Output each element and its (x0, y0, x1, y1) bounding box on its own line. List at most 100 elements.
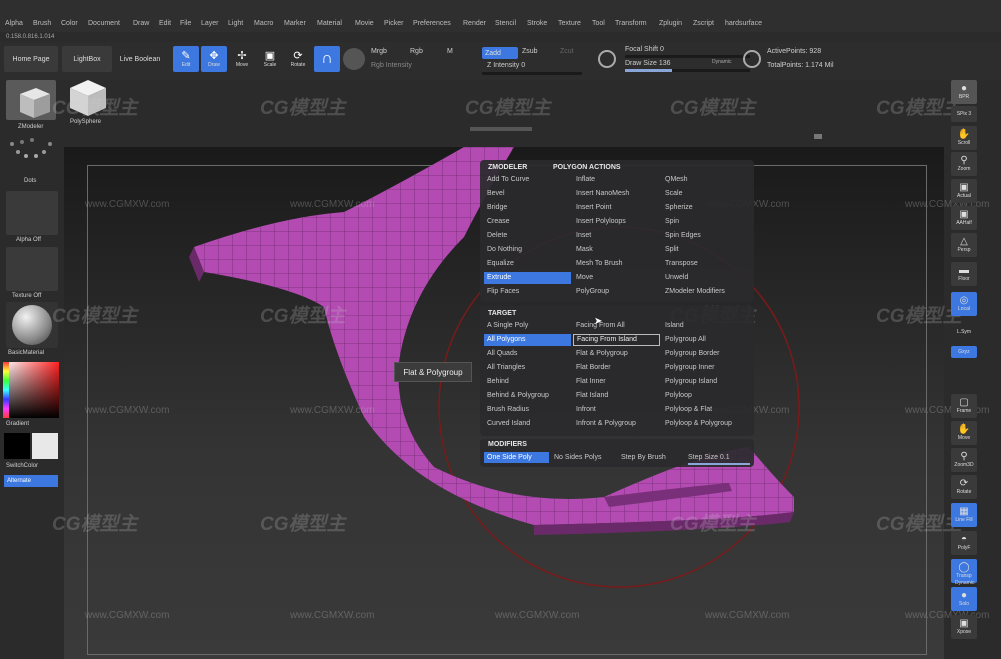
menu-stencil[interactable]: Stencil (495, 20, 516, 27)
action-add-to-curve[interactable]: Add To Curve (484, 174, 529, 186)
action-insert-nanomesh[interactable]: Insert NanoMesh (573, 188, 629, 200)
target-all-quads[interactable]: All Quads (484, 348, 517, 360)
z-intensity-track[interactable] (482, 72, 582, 75)
target-polyloop[interactable]: Polyloop (662, 390, 692, 402)
action-polygroup[interactable]: PolyGroup (573, 286, 609, 298)
menu-file[interactable]: File (180, 20, 191, 27)
menu-hardsurface[interactable]: hardsurface (725, 20, 762, 27)
persp-button[interactable]: △ Persp (951, 233, 977, 257)
action-delete[interactable]: Delete (484, 230, 507, 242)
target-a-single-poly[interactable]: A Single Poly (484, 320, 528, 332)
zadd-button[interactable]: Zadd (482, 47, 518, 59)
home-page-button[interactable]: Home Page (4, 46, 58, 72)
rgb-button[interactable]: Rgb (410, 48, 423, 55)
menu-zplugin[interactable]: Zplugin (659, 20, 682, 27)
menu-color[interactable]: Color (61, 20, 78, 27)
material-thumbnail[interactable] (6, 302, 58, 348)
m-button[interactable]: M (447, 48, 453, 55)
draw-button[interactable]: ✥ Draw (201, 46, 227, 72)
action-spin-edges[interactable]: Spin Edges (662, 230, 701, 242)
lsym-button[interactable]: L.Sym (951, 320, 977, 344)
focal-shift-slider[interactable]: Focal Shift 0 (625, 46, 664, 53)
lightbox-button[interactable]: LightBox (62, 46, 112, 72)
target-polygroup-all[interactable]: Polygroup All (662, 334, 706, 346)
edit-button[interactable]: ✎ Edit (173, 46, 199, 72)
menu-alpha[interactable]: Alpha (5, 20, 23, 27)
target-behind[interactable]: Behind (484, 376, 509, 388)
menu-brush[interactable]: Brush (33, 20, 51, 27)
hue-strip[interactable] (3, 362, 9, 418)
action-inset[interactable]: Inset (573, 230, 591, 242)
action-mesh-to-brush[interactable]: Mesh To Brush (573, 258, 623, 270)
polyf-button[interactable]: ◓ PolyF (951, 531, 977, 555)
action-mask[interactable]: Mask (573, 244, 593, 256)
live-boolean-button[interactable]: Live Boolean (115, 46, 165, 72)
action-inflate[interactable]: Inflate (573, 174, 595, 186)
zoom-button[interactable]: ⚲ Zoom (951, 152, 977, 176)
menu-zscript[interactable]: Zscript (693, 20, 714, 27)
menu-edit[interactable]: Edit (159, 20, 171, 27)
action-split[interactable]: Split (662, 244, 679, 256)
target-brush-radius[interactable]: Brush Radius (484, 404, 529, 416)
target-facing-from-island[interactable]: Facing From Island (573, 334, 660, 346)
z-intensity-slider[interactable]: Z Intensity 0 (487, 62, 525, 69)
secondary-color-swatch[interactable] (32, 433, 58, 459)
target-infront-and-polygroup[interactable]: Infront & Polygroup (573, 418, 636, 430)
menu-stroke[interactable]: Stroke (527, 20, 547, 27)
action-crease[interactable]: Crease (484, 216, 510, 228)
action-spherize[interactable]: Spherize (662, 202, 693, 214)
target-flat-and-polygroup[interactable]: Flat & Polygroup (573, 348, 628, 360)
canvas-resize-handle[interactable] (814, 134, 822, 139)
modifier-no-sides-polys[interactable]: No Sides Polys (551, 452, 601, 463)
modifier-step-size-slider[interactable]: Step Size 0.1 (685, 452, 730, 463)
frame-button[interactable]: ▢ Frame (951, 394, 977, 418)
rotate-button[interactable]: ⟳ Rotate (285, 46, 311, 72)
menu-preferences[interactable]: Preferences (413, 20, 451, 27)
target-all-triangles[interactable]: All Triangles (484, 362, 525, 374)
action-qmesh[interactable]: QMesh (662, 174, 688, 186)
alpha-thumbnail[interactable] (6, 191, 58, 235)
xpose-button[interactable]: ▣ Xpose (951, 615, 977, 639)
target-behind-and-polygroup[interactable]: Behind & Polygroup (484, 390, 549, 402)
modifier-one-side-poly[interactable]: One Side Poly (484, 452, 549, 463)
focal-shift-track[interactable] (625, 55, 750, 58)
move-button[interactable]: ✢ Move (229, 46, 255, 72)
floor-button[interactable]: ▬ Floor (951, 262, 977, 286)
color-picker[interactable] (3, 362, 59, 418)
zcut-button[interactable]: Zcut (560, 48, 574, 55)
menu-picker[interactable]: Picker (384, 20, 403, 27)
menu-movie[interactable]: Movie (355, 20, 374, 27)
action-do-nothing[interactable]: Do Nothing (484, 244, 522, 256)
target-polyloop-and-flat[interactable]: Polyloop & Flat (662, 404, 712, 416)
zsub-button[interactable]: Zsub (522, 48, 538, 55)
scale-button[interactable]: ▣ Scale (257, 46, 283, 72)
action-scale[interactable]: Scale (662, 188, 683, 200)
zoom3d-button[interactable]: ⚲ Zoom3D (951, 448, 977, 472)
brush-thumbnail-button[interactable]: ∩ (314, 46, 340, 72)
mrgb-button[interactable]: Mrgb (371, 48, 387, 55)
action-unweld[interactable]: Unweld (662, 272, 688, 284)
action-insert-polyloops[interactable]: Insert Polyloops (573, 216, 626, 228)
target-polygroup-island[interactable]: Polygroup Island (662, 376, 717, 388)
gxyz-button[interactable]: Gxyz (951, 346, 977, 358)
menu-transform[interactable]: Transform (615, 20, 647, 27)
action-bevel[interactable]: Bevel (484, 188, 505, 200)
scroll-button[interactable]: ✋ Scroll (951, 126, 977, 150)
switch-color-button[interactable]: SwitchColor (6, 463, 38, 469)
target-infront[interactable]: Infront (573, 404, 596, 416)
bpr-button[interactable]: ● BPR (951, 80, 977, 104)
action-bridge[interactable]: Bridge (484, 202, 507, 214)
texture-thumbnail[interactable] (6, 247, 58, 291)
target-polygroup-inner[interactable]: Polygroup Inner (662, 362, 714, 374)
menu-macro[interactable]: Macro (254, 20, 273, 27)
target-curved-island[interactable]: Curved Island (484, 418, 530, 430)
aahalf-button[interactable]: ▣ AAHalf (951, 206, 977, 230)
modifier-step-by-brush[interactable]: Step By Brush (618, 452, 666, 463)
alternate-button[interactable]: Alternate (4, 475, 58, 487)
menu-light[interactable]: Light (228, 20, 243, 27)
draw-size-slider[interactable]: Draw Size 136 (625, 60, 671, 67)
menu-marker[interactable]: Marker (284, 20, 306, 27)
canvas-scroll-handle[interactable] (470, 127, 532, 131)
solo-button[interactable]: ● Solo (951, 587, 977, 611)
target-flat-island[interactable]: Flat Island (573, 390, 608, 402)
